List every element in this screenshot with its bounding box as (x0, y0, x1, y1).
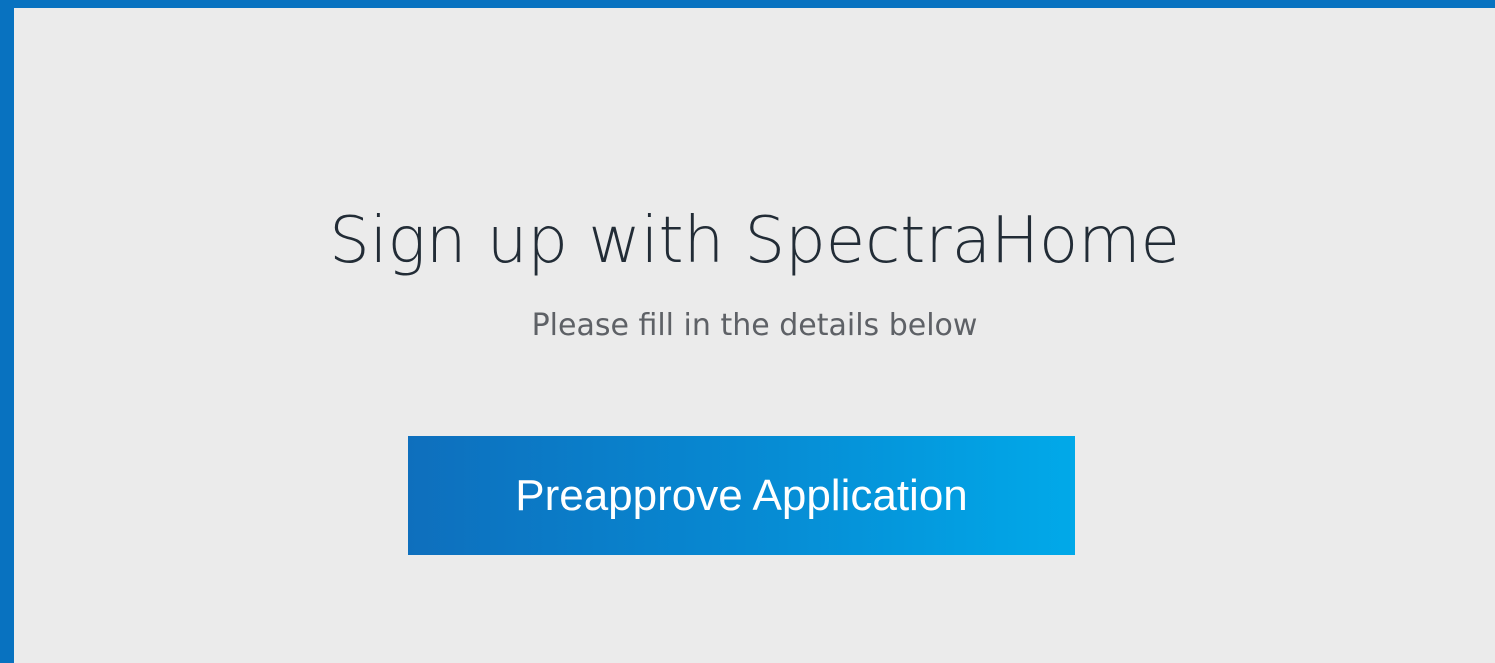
page-subtitle: Please fill in the details below (531, 308, 978, 343)
page-title: Sign up with SpectraHome (329, 204, 1180, 278)
signup-panel: Sign up with SpectraHome Please fill in … (14, 8, 1495, 663)
preapprove-application-button[interactable]: Preapprove Application (408, 436, 1075, 555)
